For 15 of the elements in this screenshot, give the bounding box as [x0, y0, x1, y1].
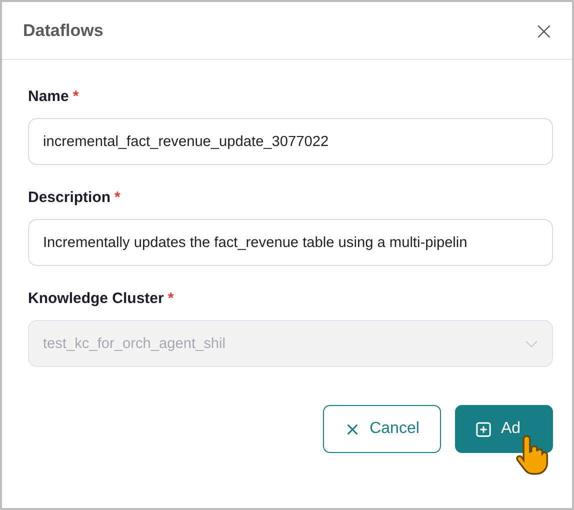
- required-mark: *: [114, 189, 120, 206]
- close-button[interactable]: ×: [530, 18, 558, 42]
- chevron-down-icon: [525, 340, 538, 348]
- plus-square-icon: [476, 422, 491, 436]
- cancel-button[interactable]: Cancel: [323, 405, 441, 453]
- dialog-title: Dataflows: [23, 20, 104, 40]
- field-label: Name: [28, 88, 69, 105]
- input-field[interactable]: incremental_fact_revenue_update_3077022: [28, 118, 553, 165]
- field-label: Description: [28, 189, 111, 206]
- field-label: Knowledge Cluster: [28, 290, 164, 307]
- input-field[interactable]: Incrementally updates the fact_revenue table using a multi-pipelin: [28, 219, 553, 266]
- required-mark: *: [72, 88, 79, 105]
- close-icon: [344, 422, 360, 436]
- required-mark: *: [168, 290, 174, 307]
- select-field: test_kc_for_orch_agent_shil: [28, 320, 553, 367]
